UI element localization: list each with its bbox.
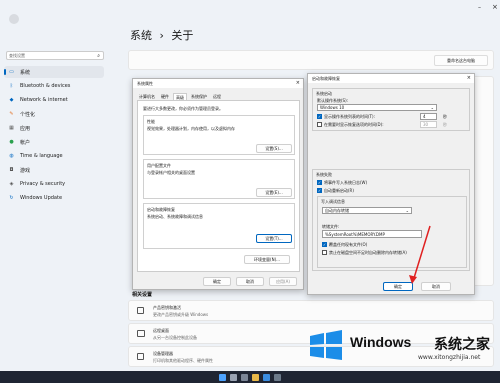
watermark-brand: Windows	[350, 334, 412, 350]
task-view-icon[interactable]	[241, 373, 248, 381]
folder-icon[interactable]	[252, 373, 259, 381]
settings-icon[interactable]	[274, 373, 281, 381]
watermark: Windows 系统之家 www.xitongzhijia.net	[300, 322, 500, 372]
edge-icon[interactable]	[263, 373, 270, 381]
windows-logo	[310, 330, 342, 360]
taskbar	[0, 371, 500, 383]
watermark-url: www.xitongzhijia.net	[418, 354, 481, 361]
search-icon[interactable]	[230, 373, 237, 381]
watermark-site: 系统之家	[434, 337, 490, 353]
start-icon[interactable]	[219, 373, 226, 381]
